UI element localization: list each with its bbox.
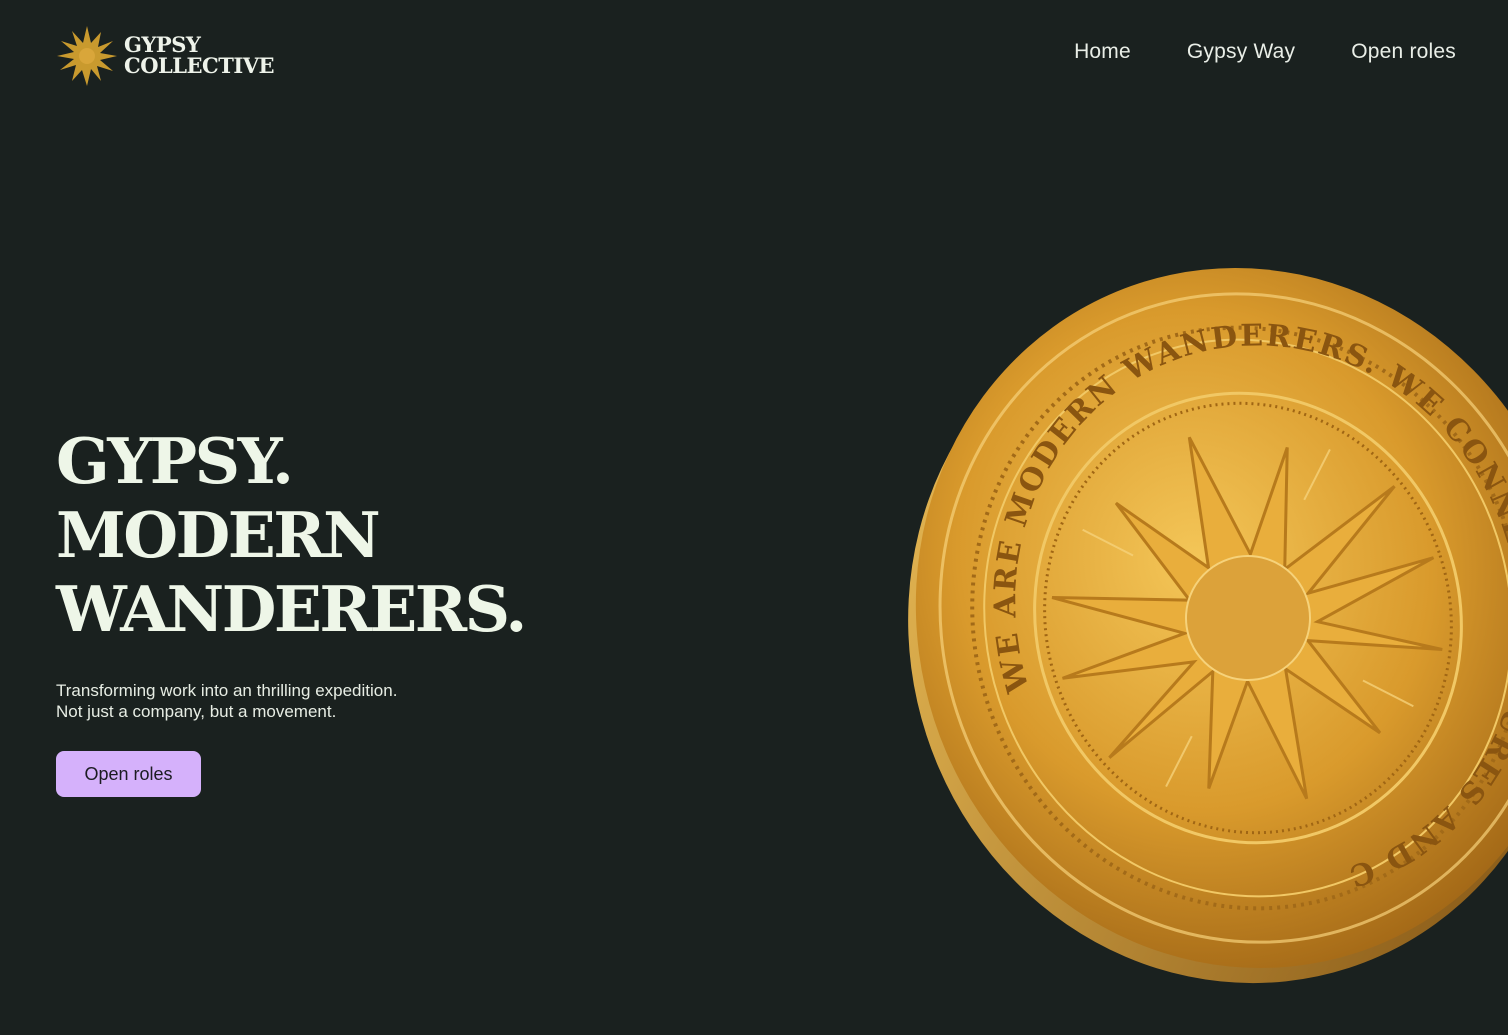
hero-title: GYPSY. MODERN WANDERERS.	[56, 424, 696, 646]
brand-name: GYPSY COLLECTIVE	[124, 35, 275, 78]
starburst-icon	[57, 26, 117, 86]
hero-subtitle-line2: Not just a company, but a movement.	[56, 702, 337, 721]
hero-title-line1: GYPSY.	[56, 424, 294, 498]
hero-title-line2: MODERN	[56, 498, 381, 572]
brand-name-line2: COLLECTIVE	[124, 53, 275, 78]
nav-open-roles-link[interactable]: Open roles	[1351, 40, 1456, 64]
nav-gypsy-way-link[interactable]: Gypsy Way	[1187, 40, 1295, 64]
hero-subtitle: Transforming work into an thrilling expe…	[56, 680, 696, 722]
hero-title-line3: WANDERERS.	[56, 572, 527, 646]
brand-logo[interactable]: GYPSY COLLECTIVE	[56, 24, 286, 88]
site-header: GYPSY COLLECTIVE Home Gypsy Way Open rol…	[0, 0, 1508, 110]
hero-section: GYPSY. MODERN WANDERERS. Transforming wo…	[56, 424, 696, 722]
gold-coin-image: WE ARE MODERN WANDERERS. WE CONNECT CULT…	[868, 238, 1508, 998]
main-nav: Home Gypsy Way Open roles	[1074, 40, 1456, 64]
open-roles-button[interactable]: Open roles	[56, 751, 201, 797]
nav-home-link[interactable]: Home	[1074, 40, 1131, 64]
hero-subtitle-line1: Transforming work into an thrilling expe…	[56, 681, 398, 700]
